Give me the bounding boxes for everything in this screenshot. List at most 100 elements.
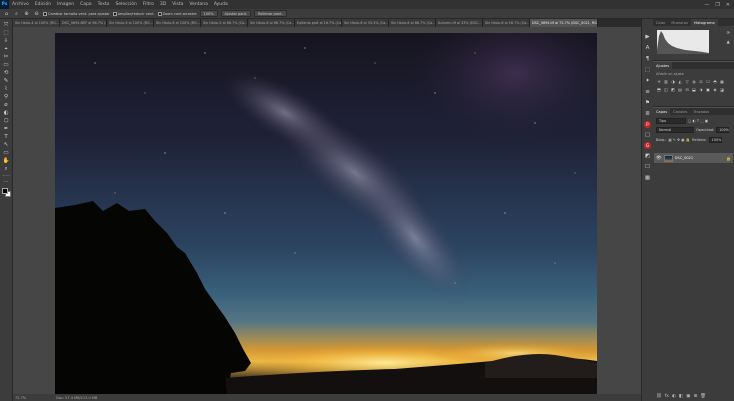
close-icon[interactable]: ✕ bbox=[726, 2, 730, 8]
blend-mode-select[interactable]: Normal bbox=[656, 127, 694, 133]
brush-settings-icon[interactable]: ✦ bbox=[644, 77, 652, 85]
type-tool-icon[interactable]: T bbox=[2, 134, 10, 141]
eyedropper-tool-icon[interactable]: ⟲ bbox=[2, 70, 10, 77]
photo-filter-icon[interactable]: ◓ bbox=[712, 78, 718, 84]
zoom-tool-icon[interactable]: ⌕ bbox=[13, 10, 20, 17]
path-select-tool-icon[interactable]: ↖ bbox=[2, 142, 10, 149]
menu-imagen[interactable]: Imagen bbox=[54, 2, 77, 7]
home-icon[interactable]: ⌂ bbox=[3, 10, 10, 17]
checkbox-icon[interactable] bbox=[157, 11, 162, 16]
doc-tab[interactable]: Sin título-6 al 66.7% (Ca... bbox=[248, 19, 295, 27]
foreground-color-swatch[interactable] bbox=[1, 188, 8, 194]
doc-tab[interactable]: Sin título-6 al 16.7% (Ca... bbox=[483, 19, 530, 27]
menu-3d[interactable]: 3D bbox=[157, 2, 169, 7]
more-tools-icon[interactable]: … bbox=[2, 178, 10, 185]
crop-tool-icon[interactable]: ✂ bbox=[2, 54, 10, 61]
trash-icon[interactable]: 🗑 bbox=[700, 394, 706, 399]
history-brush-tool-icon[interactable]: ⌀ bbox=[2, 102, 10, 109]
swatch-icon[interactable]: ⬚ bbox=[644, 66, 652, 74]
layer-style-icon[interactable]: fx bbox=[665, 394, 669, 399]
doc-tab[interactable]: Sin título-4 al 100% (RG... bbox=[13, 19, 60, 27]
add-mask-icon[interactable]: ◐ bbox=[672, 394, 676, 399]
hue-saturation-icon[interactable]: ◍ bbox=[691, 78, 697, 84]
doc-tab[interactable]: Sin título-5 al 66.7% (Ca... bbox=[201, 19, 248, 27]
doc-tab[interactable]: Sin título-6 al 33.3% (Ca... bbox=[342, 19, 389, 27]
plugin-p-icon[interactable]: P bbox=[644, 121, 651, 128]
doc-tab-active[interactable]: DSC_0694.tif al 72.7% (DSC_0021, RGB/16*… bbox=[530, 19, 598, 27]
tab-channels[interactable]: Canales bbox=[670, 108, 690, 115]
play-icon[interactable]: ▶ bbox=[644, 33, 652, 41]
brightness-icon[interactable]: ☀ bbox=[656, 78, 662, 84]
zoom-in-icon[interactable]: ⊕ bbox=[23, 10, 30, 17]
doc-tab[interactable]: Sin título-5 al 100% (RG... bbox=[107, 19, 154, 27]
levels-icon[interactable]: ▥ bbox=[663, 78, 669, 84]
menu-vista[interactable]: Vista bbox=[169, 2, 186, 7]
lasso-tool-icon[interactable]: ↆ bbox=[2, 38, 10, 45]
zoom-tool-icon[interactable]: ⌕ bbox=[2, 166, 10, 173]
properties-icon[interactable]: ≡ bbox=[644, 88, 652, 96]
zoom-100-button[interactable]: 100% bbox=[199, 10, 218, 17]
layer-kind-select[interactable]: Tipo bbox=[656, 118, 686, 124]
tab-color[interactable]: Color bbox=[653, 19, 668, 26]
zoom-level[interactable]: 72.7% bbox=[15, 396, 26, 400]
threshold-icon[interactable]: ▤ bbox=[677, 86, 683, 92]
doc-tab[interactable]: Epifanio prof al 16.7% (Ca... bbox=[295, 19, 342, 27]
flag-icon[interactable]: ⚑ bbox=[644, 99, 652, 107]
minimize-icon[interactable]: — bbox=[704, 2, 709, 8]
invert-icon[interactable]: ◫ bbox=[663, 86, 669, 92]
solid-color-icon[interactable]: ▣ bbox=[705, 86, 711, 92]
curves-icon[interactable]: ◑ bbox=[670, 78, 676, 84]
eraser-tool-icon[interactable]: ◐ bbox=[2, 110, 10, 117]
doc-tab[interactable]: Autumn.tif al 33% (DSC... bbox=[436, 19, 483, 27]
exposure-icon[interactable]: ◭ bbox=[677, 78, 683, 84]
tab-paths[interactable]: Trazados bbox=[690, 108, 712, 115]
zoom-all-windows-check[interactable]: Ampliar/reducir vent. bbox=[112, 11, 155, 16]
vibrance-icon[interactable]: ▽ bbox=[684, 78, 690, 84]
clone-stamp-tool-icon[interactable]: ⚲ bbox=[2, 94, 10, 101]
plugin-g-icon[interactable]: G bbox=[644, 142, 651, 149]
canvas-area[interactable] bbox=[13, 27, 641, 394]
warning-icon[interactable]: ▲ bbox=[727, 39, 730, 44]
marquee-tool-icon[interactable]: ⬚ bbox=[2, 30, 10, 37]
doc-tab[interactable]: Sin título-6 al 100% (RG... bbox=[154, 19, 201, 27]
group-icon[interactable]: ▣ bbox=[686, 394, 690, 399]
layer-name[interactable]: DSC_0021 bbox=[675, 156, 694, 160]
color-lookup-icon[interactable]: ⬒ bbox=[656, 86, 662, 92]
filter-icons[interactable]: ▢ ◐ T ⬚ ▣ bbox=[688, 119, 708, 123]
link-layers-icon[interactable]: ⛓ bbox=[656, 394, 662, 399]
checkbox-panel-icon[interactable]: ☐ bbox=[644, 163, 652, 171]
checkbox-icon[interactable] bbox=[43, 11, 47, 16]
frame-tool-icon[interactable]: ▭ bbox=[2, 62, 10, 69]
paragraph-icon[interactable]: ¶ bbox=[644, 55, 652, 63]
scrubby-zoom-check[interactable]: Zoom cont.arrastre bbox=[157, 11, 197, 16]
quick-select-tool-icon[interactable]: ⌖ bbox=[2, 46, 10, 53]
doc-tab[interactable]: DSC_0694.NEF al 66.7% (R... bbox=[60, 19, 107, 27]
layer-item[interactable]: 👁 DSC_0021 🔒 bbox=[654, 153, 733, 163]
match-color-icon[interactable]: ◪ bbox=[719, 86, 725, 92]
opacity-field[interactable]: 100% bbox=[716, 127, 730, 133]
lock-icons[interactable]: ▦ ✎ ✥ ▣ 🔒 bbox=[668, 138, 690, 142]
fit-screen-button[interactable]: Ajustar pant. bbox=[220, 10, 252, 17]
hand-tool-icon[interactable]: ✋ bbox=[2, 158, 10, 165]
layers-comp-icon[interactable]: ◩ bbox=[644, 152, 652, 160]
list-icon[interactable]: ≣ bbox=[644, 110, 652, 118]
adjustment-layer-icon[interactable]: ◧ bbox=[679, 394, 683, 399]
grid-panel-icon[interactable]: ▦ bbox=[644, 174, 652, 182]
tab-layers[interactable]: Capas bbox=[653, 108, 671, 115]
channel-mixer-icon[interactable]: ▦ bbox=[719, 78, 725, 84]
pen-tool-icon[interactable]: ✒ bbox=[2, 126, 10, 133]
doc-tab[interactable]: Sin título-6 al 66.7% (Ca... bbox=[389, 19, 436, 27]
menu-edicion[interactable]: Edición bbox=[32, 2, 54, 7]
black-white-icon[interactable]: ☐ bbox=[705, 78, 711, 84]
menu-texto[interactable]: Texto bbox=[95, 2, 113, 7]
menu-capa[interactable]: Capa bbox=[77, 2, 95, 7]
resize-windows-check[interactable]: Cambiar tamaño vent. para ajustar bbox=[43, 11, 110, 16]
gradient-map-icon[interactable]: ⬓ bbox=[691, 86, 697, 92]
gradient-tool-icon[interactable]: ⬡ bbox=[2, 118, 10, 125]
box-icon[interactable]: ▢ bbox=[644, 131, 652, 139]
selective-color-icon[interactable]: ⊟ bbox=[684, 86, 690, 92]
new-layer-icon[interactable]: ⊞ bbox=[693, 394, 697, 399]
healing-brush-tool-icon[interactable]: ✎ bbox=[2, 78, 10, 85]
refresh-icon[interactable]: ⟳ bbox=[727, 30, 730, 35]
night-sky-photo[interactable] bbox=[55, 33, 597, 394]
